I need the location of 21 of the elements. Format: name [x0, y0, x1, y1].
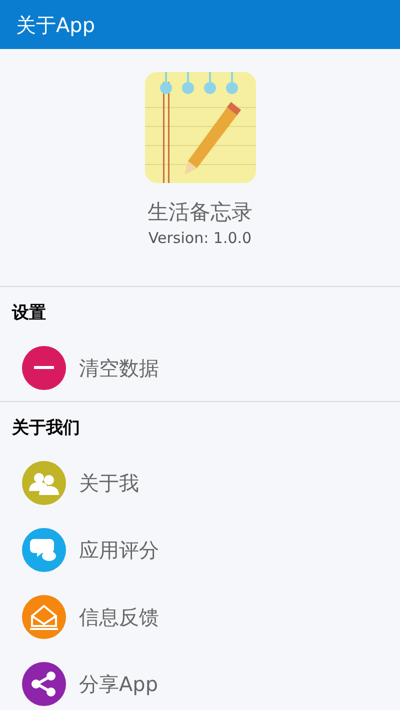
- settings-item[interactable]: 信息反馈: [0, 584, 400, 651]
- people-icon: [29, 471, 59, 496]
- item-label: 清空数据: [79, 354, 159, 382]
- version-text: Version: 1.0.0: [148, 228, 252, 250]
- envelope-icon: [30, 604, 58, 630]
- page-title: 关于App: [16, 12, 96, 38]
- section-header: 设置: [10, 302, 47, 325]
- item-label: 关于我: [79, 470, 139, 498]
- settings-item[interactable]: 分享App: [0, 650, 400, 710]
- settings-item[interactable]: 清空数据: [0, 334, 400, 402]
- settings-item[interactable]: 关于我: [0, 450, 400, 517]
- speech-bubble-icon: [30, 537, 58, 564]
- minus-icon: [34, 366, 54, 370]
- section-header: 关于我们: [10, 417, 81, 440]
- notepad-pencil-icon: [144, 72, 256, 183]
- item-label: 应用评分: [79, 537, 159, 564]
- app-name: 生活备忘录: [148, 199, 252, 226]
- settings-item[interactable]: 应用评分: [0, 516, 400, 584]
- share-icon: [31, 671, 57, 698]
- item-label: 信息反馈: [79, 604, 159, 632]
- item-label: 分享App: [79, 671, 158, 698]
